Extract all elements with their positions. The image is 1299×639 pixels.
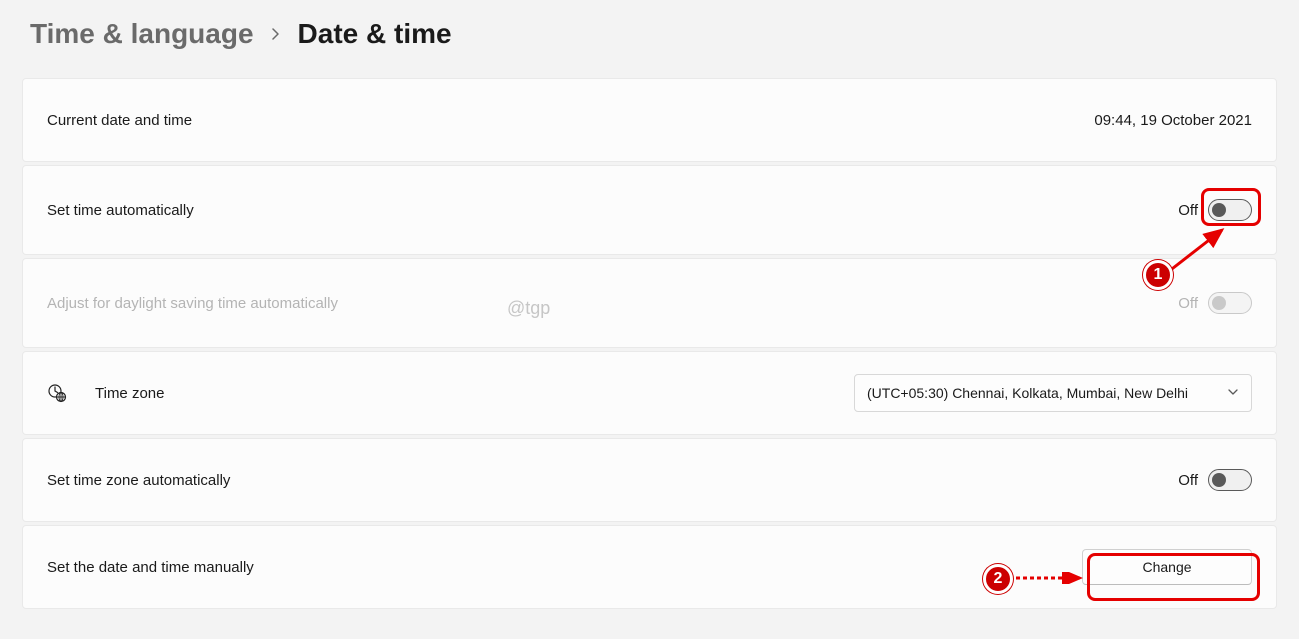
row-set-tz-auto: Set time zone automatically Off	[22, 438, 1277, 522]
timezone-label: Time zone	[95, 385, 164, 402]
set-time-auto-state: Off	[1178, 202, 1198, 219]
row-set-manual: Set the date and time manually Change	[22, 525, 1277, 609]
current-datetime-label: Current date and time	[47, 112, 192, 129]
chevron-down-icon	[1227, 385, 1239, 401]
timezone-select[interactable]: (UTC+05:30) Chennai, Kolkata, Mumbai, Ne…	[854, 374, 1252, 412]
current-datetime-value: 09:44, 19 October 2021	[1094, 112, 1252, 129]
row-set-time-auto: Set time automatically Off	[22, 165, 1277, 255]
change-button[interactable]: Change	[1082, 549, 1252, 585]
row-current-datetime: Current date and time 09:44, 19 October …	[22, 78, 1277, 162]
breadcrumb-prev[interactable]: Time & language	[30, 18, 254, 50]
dst-auto-toggle	[1208, 292, 1252, 314]
row-timezone: Time zone (UTC+05:30) Chennai, Kolkata, …	[22, 351, 1277, 435]
row-dst-auto: Adjust for daylight saving time automati…	[22, 258, 1277, 348]
timezone-selected: (UTC+05:30) Chennai, Kolkata, Mumbai, Ne…	[867, 385, 1219, 401]
chevron-right-icon	[270, 23, 282, 46]
set-tz-auto-toggle[interactable]	[1208, 469, 1252, 491]
watermark: @tgp	[507, 298, 550, 319]
set-tz-auto-state: Off	[1178, 472, 1198, 489]
timezone-icon	[47, 383, 67, 403]
dst-auto-state: Off	[1178, 295, 1198, 312]
page-title: Date & time	[298, 18, 452, 50]
set-time-auto-toggle[interactable]	[1208, 199, 1252, 221]
set-time-auto-label: Set time automatically	[47, 202, 194, 219]
dst-auto-label: Adjust for daylight saving time automati…	[47, 295, 338, 312]
set-manual-label: Set the date and time manually	[47, 559, 254, 576]
breadcrumb: Time & language Date & time	[0, 0, 1299, 78]
set-tz-auto-label: Set time zone automatically	[47, 472, 230, 489]
